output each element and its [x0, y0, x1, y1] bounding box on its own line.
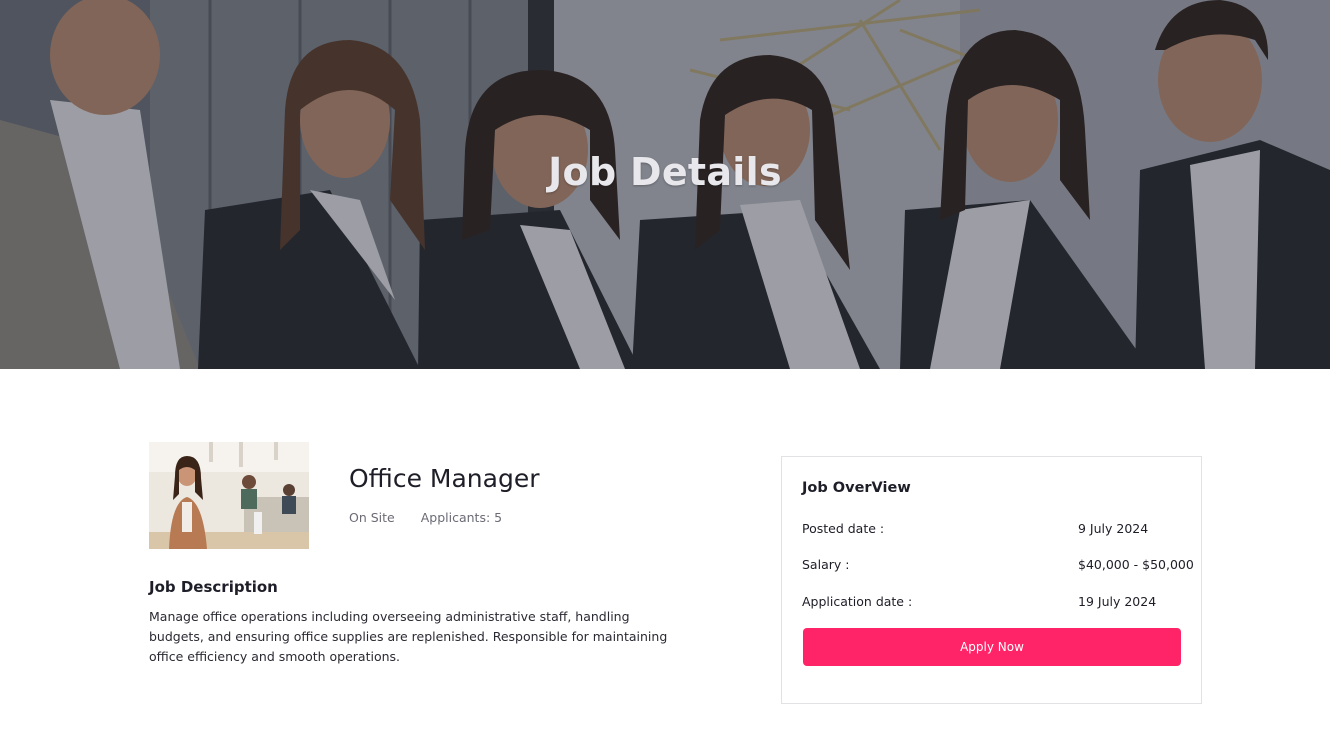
job-overview-card: Job OverView Posted date : 9 July 2024 S… — [781, 456, 1202, 704]
page-title: Job Details — [548, 150, 782, 194]
hero-banner: Job Details — [0, 0, 1330, 369]
job-description-text: Manage office operations including overs… — [149, 609, 668, 664]
posted-date-row: Posted date : 9 July 2024 — [802, 521, 1182, 536]
job-overview-title: Job OverView — [802, 480, 911, 496]
job-title: Office Manager — [349, 464, 540, 493]
job-description-heading: Job Description — [149, 578, 278, 596]
work-type-label: On Site — [349, 510, 395, 525]
posted-date-value: 9 July 2024 — [1078, 521, 1149, 536]
job-meta: On Site Applicants: 5 — [349, 510, 502, 525]
applicants-count: Applicants: 5 — [420, 510, 503, 525]
salary-row: Salary : $40,000 - $50,000 — [802, 557, 1194, 572]
posted-date-label: Posted date : — [802, 521, 885, 536]
salary-value: $40,000 - $50,000 — [1078, 557, 1194, 572]
apply-now-button[interactable]: Apply Now — [803, 628, 1181, 666]
application-date-row: Application date : 19 July 2024 — [802, 594, 1182, 609]
office-photo — [149, 442, 309, 549]
job-thumbnail — [149, 442, 309, 549]
application-date-value: 19 July 2024 — [1078, 594, 1157, 609]
salary-label: Salary : — [802, 557, 850, 572]
application-date-label: Application date : — [802, 594, 913, 609]
